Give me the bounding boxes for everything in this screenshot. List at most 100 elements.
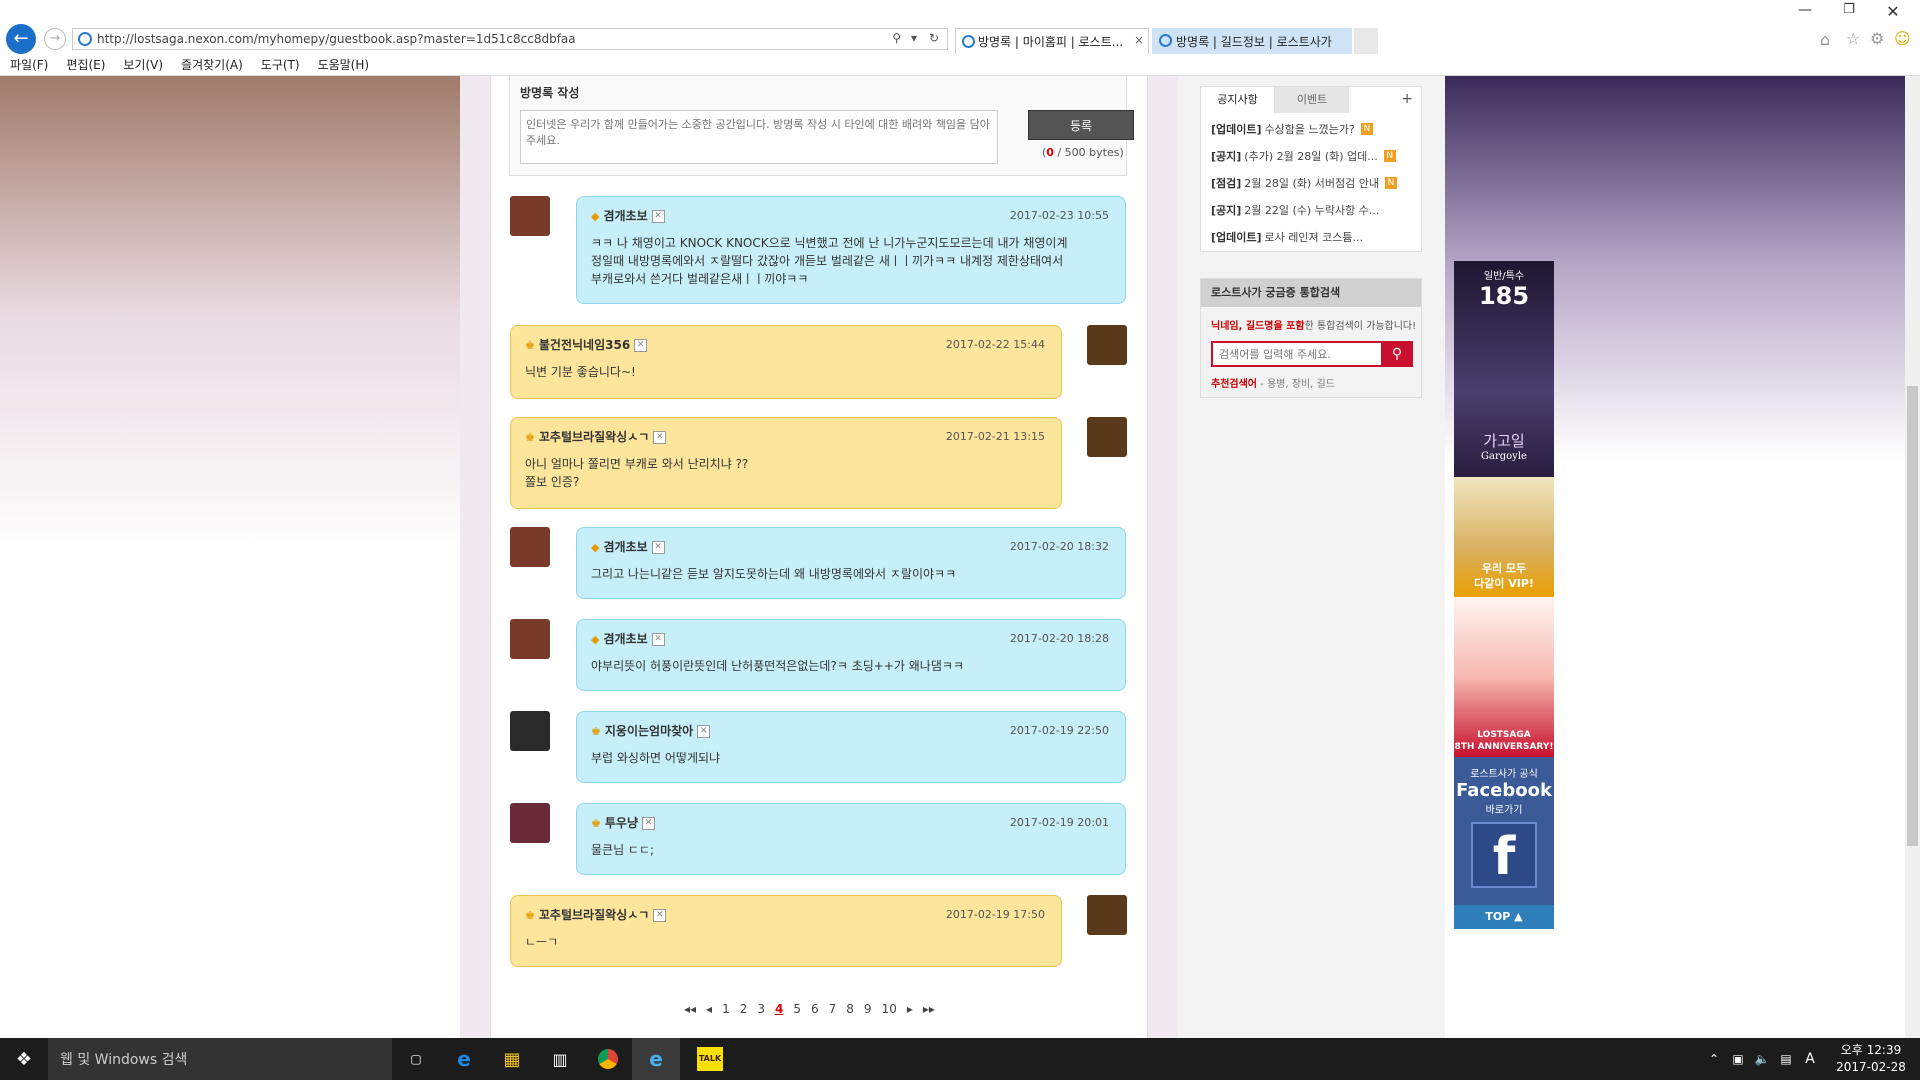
delete-icon[interactable]: ✕	[651, 210, 665, 223]
tab-1[interactable]: 방명록 | 마이홈피 | 로스트... ×	[955, 28, 1149, 54]
avatar[interactable]	[510, 803, 550, 843]
avatar[interactable]	[1087, 895, 1127, 935]
new-tab-button[interactable]	[1354, 28, 1378, 54]
tab-notice[interactable]: 공지사항	[1201, 87, 1275, 113]
delete-icon[interactable]: ✕	[642, 817, 655, 830]
page-link[interactable]: 6	[811, 1002, 819, 1016]
search-input[interactable]	[1211, 341, 1383, 367]
notice-item[interactable]: [업데이트] 수상함을 느꼈는가? N	[1211, 115, 1421, 142]
address-bar[interactable]: http://lostsaga.nexon.com/myhomepy/guest…	[72, 28, 948, 50]
tab-close-icon[interactable]: ×	[1134, 33, 1144, 47]
author-name[interactable]: 겸개초보	[603, 540, 647, 554]
search-icon[interactable]: ⚲	[892, 31, 901, 45]
avatar[interactable]	[510, 196, 550, 236]
page-link[interactable]: 2	[740, 1002, 748, 1016]
windows-start-icon[interactable]: ❖	[0, 1038, 48, 1080]
ime-indicator[interactable]: A	[1798, 1038, 1822, 1080]
last-page-button[interactable]: ▸▸	[923, 1002, 935, 1016]
menu-tools[interactable]: 도구(T)	[261, 56, 300, 73]
notice-item[interactable]: [공지] 2월 22일 (수) 누락사항 수...	[1211, 196, 1421, 223]
chrome-icon[interactable]	[584, 1038, 632, 1080]
avatar[interactable]	[510, 711, 550, 751]
page-icon	[78, 32, 92, 46]
menu-file[interactable]: 파일(F)	[10, 56, 48, 73]
home-icon[interactable]: ⌂	[1820, 30, 1830, 49]
tray-arrow-icon[interactable]: ⌃	[1702, 1038, 1726, 1080]
prev-page-button[interactable]: ◂	[706, 1002, 712, 1016]
submit-button[interactable]: 등록	[1028, 110, 1134, 140]
scrollbar-thumb[interactable]	[1907, 386, 1918, 846]
entry-message: 아니 얼마나 쫄리면 부캐로 와서 난리치냐 ?? 쫄보 인증?	[525, 457, 749, 489]
notice-item[interactable]: [공지] (추가) 2월 28일 (화) 업데... N	[1211, 142, 1421, 169]
anniversary-banner[interactable]: LOSTSAGA 8TH ANNIVERSARY!	[1454, 597, 1554, 757]
forward-button[interactable]: →	[44, 28, 66, 50]
page-link[interactable]: 10	[882, 1002, 897, 1016]
avatar[interactable]	[1087, 325, 1127, 365]
close-window-button[interactable]: ✕	[1878, 2, 1908, 24]
delete-icon[interactable]: ✕	[651, 633, 665, 646]
author-name[interactable]: 불건전닉네임356	[539, 338, 630, 352]
page-link[interactable]: 3	[757, 1002, 765, 1016]
network-icon[interactable]: ▣	[1726, 1038, 1750, 1080]
gear-icon[interactable]: ⚙	[1870, 29, 1884, 48]
smiley-icon[interactable]: ☺	[1894, 29, 1911, 48]
browser-chrome: ← → http://lostsaga.nexon.com/myhomepy/g…	[0, 0, 1920, 54]
store-icon[interactable]: ▥	[536, 1038, 584, 1080]
notice-item[interactable]: [업데이트] 로사 레인져 코스튬...	[1211, 223, 1421, 250]
kakaotalk-icon[interactable]: TALK	[686, 1038, 734, 1080]
avatar[interactable]	[1087, 417, 1127, 457]
delete-icon[interactable]: ✕	[653, 431, 667, 444]
clock[interactable]: 오후 12:39 2017-02-28	[1826, 1042, 1916, 1076]
author-name[interactable]: 겸개초보	[603, 209, 647, 223]
author-name[interactable]: 꼬추털브라질왁싱ㅅㄱ	[539, 430, 649, 444]
delete-icon[interactable]: ✕	[653, 909, 667, 922]
first-page-button[interactable]: ◂◂	[684, 1002, 696, 1016]
page-link[interactable]: 5	[793, 1002, 801, 1016]
delete-icon[interactable]: ✕	[697, 725, 711, 738]
more-button[interactable]: +	[1401, 91, 1413, 107]
menu-help[interactable]: 도움말(H)	[318, 56, 370, 73]
notice-item[interactable]: [점검] 2월 28일 (화) 서버점검 안내 N	[1211, 169, 1421, 196]
guestbook-textarea[interactable]	[520, 110, 998, 164]
dropdown-icon[interactable]: ▾	[911, 31, 917, 45]
task-view-icon[interactable]: ▢	[392, 1038, 440, 1080]
delete-icon[interactable]: ✕	[651, 541, 665, 554]
author-name[interactable]: 꼬추털브라질왁싱ㅅㄱ	[539, 908, 649, 922]
page-link-current[interactable]: 4	[775, 1002, 783, 1016]
minimize-button[interactable]: —	[1790, 2, 1820, 24]
avatar[interactable]	[510, 619, 550, 659]
author-name[interactable]: 겸개초보	[603, 632, 647, 646]
avatar[interactable]	[510, 527, 550, 567]
page-link[interactable]: 9	[864, 1002, 872, 1016]
facebook-banner[interactable]: 로스트사가 공식 Facebook 바로가기 f	[1454, 757, 1554, 905]
notification-icon[interactable]: ▤	[1774, 1038, 1798, 1080]
taskbar-search[interactable]: 웹 및 Windows 검색	[48, 1038, 392, 1080]
tab-2[interactable]: 방명록 | 길드정보 | 로스트사가	[1152, 28, 1352, 54]
entry-date: 2017-02-23 10:55	[1009, 209, 1109, 222]
menu-edit[interactable]: 편집(E)	[66, 56, 105, 73]
page-link[interactable]: 1	[722, 1002, 730, 1016]
menu-view[interactable]: 보기(V)	[123, 56, 163, 73]
internet-explorer-icon[interactable]: e	[632, 1038, 680, 1080]
search-button[interactable]: ⚲	[1381, 341, 1413, 367]
favorites-icon[interactable]: ☆	[1846, 29, 1860, 48]
maximize-button[interactable]: ❐	[1834, 2, 1864, 24]
refresh-icon[interactable]: ↻	[929, 31, 939, 45]
author-name[interactable]: 지웅이는엄마찾아	[605, 724, 693, 738]
back-button[interactable]: ←	[6, 24, 36, 54]
top-button[interactable]: TOP ▲	[1454, 905, 1554, 929]
scrollbar[interactable]	[1905, 76, 1920, 1038]
vip-banner[interactable]: 우리 모두 다같이 VIP!	[1454, 477, 1554, 597]
author-name[interactable]: 투우냥	[605, 816, 638, 830]
page-link[interactable]: 8	[846, 1002, 854, 1016]
volume-icon[interactable]: 🔈	[1750, 1038, 1774, 1080]
delete-icon[interactable]: ✕	[634, 339, 648, 352]
edge-icon[interactable]: e	[440, 1038, 488, 1080]
character-banner[interactable]: 일반/특수 185 가고일 Gargoyle	[1454, 261, 1554, 477]
entry-message: 물큰님 ㄷㄷ;	[591, 843, 655, 857]
file-explorer-icon[interactable]: ▦	[488, 1038, 536, 1080]
tab-event[interactable]: 이벤트	[1275, 87, 1349, 113]
page-link[interactable]: 7	[829, 1002, 837, 1016]
menu-favorites[interactable]: 즐겨찾기(A)	[181, 56, 243, 73]
next-page-button[interactable]: ▸	[907, 1002, 913, 1016]
